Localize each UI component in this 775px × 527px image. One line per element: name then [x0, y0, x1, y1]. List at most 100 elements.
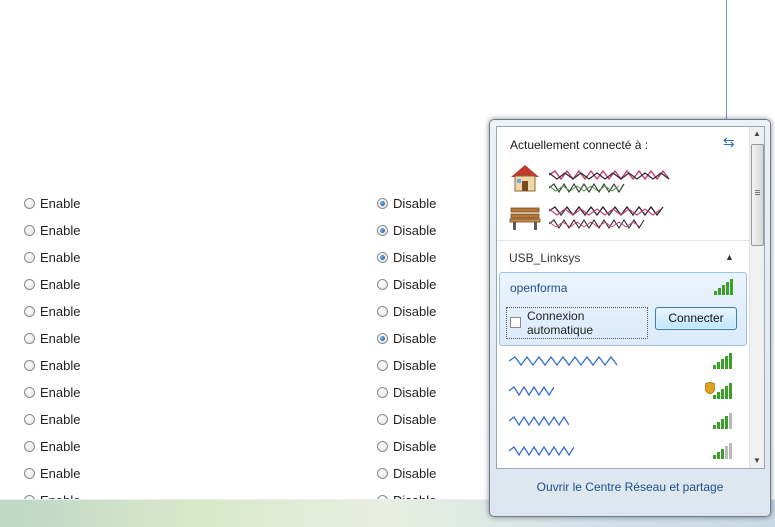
disable-option[interactable]: Disable	[377, 385, 436, 400]
disable-label: Disable	[393, 358, 437, 373]
disable-label: Disable	[393, 277, 437, 292]
signal-strength-icon	[713, 443, 732, 459]
disable-radio[interactable]	[377, 306, 388, 317]
option-row: Enable Disable	[0, 466, 480, 486]
enable-radio[interactable]	[24, 360, 35, 371]
network-list-panel: Actuellement connecté à : ⇆ USB_Linksys …	[496, 126, 765, 469]
window-border-line	[726, 0, 727, 125]
enable-option[interactable]: Enable	[24, 223, 80, 238]
selected-network-item[interactable]: openforma Connexion automatique Connecte…	[499, 272, 747, 346]
disable-label: Disable	[393, 250, 437, 265]
option-row: Enable Disable	[0, 439, 480, 459]
disable-option[interactable]: Disable	[377, 304, 436, 319]
enable-label: Enable	[40, 385, 81, 400]
collapse-caret-icon[interactable]: ▲	[725, 252, 734, 262]
open-network-center-link[interactable]: Ouvrir le Centre Réseau et partage	[490, 480, 770, 494]
disable-radio[interactable]	[377, 333, 388, 344]
option-row: Enable Disable	[0, 277, 480, 297]
connected-network-home[interactable]	[507, 162, 737, 196]
scrollbar[interactable]: ▲ ▼	[749, 127, 764, 468]
scroll-up-arrow-icon[interactable]: ▲	[752, 129, 762, 139]
network-group-label: USB_Linksys	[509, 251, 581, 265]
divider	[497, 240, 750, 241]
disable-radio[interactable]	[377, 225, 388, 236]
enable-label: Enable	[40, 466, 81, 481]
network-list-item[interactable]	[507, 381, 747, 401]
option-row: Enable Disable	[0, 304, 480, 324]
enable-label: Enable	[40, 196, 81, 211]
connected-network-public[interactable]	[507, 200, 737, 234]
disable-label: Disable	[393, 223, 437, 238]
enable-radio[interactable]	[24, 279, 35, 290]
connect-button[interactable]: Connecter	[655, 307, 737, 330]
disable-radio[interactable]	[377, 252, 388, 263]
enable-option[interactable]: Enable	[24, 250, 80, 265]
public-network-bench-icon	[509, 207, 541, 230]
signal-strength-icon	[713, 413, 732, 429]
enable-radio[interactable]	[24, 306, 35, 317]
scroll-thumb[interactable]	[751, 144, 764, 246]
enable-label: Enable	[40, 223, 81, 238]
disable-radio[interactable]	[377, 387, 388, 398]
connected-header: Actuellement connecté à :	[510, 138, 649, 152]
enable-radio[interactable]	[24, 252, 35, 263]
home-network-icon	[511, 165, 539, 192]
checkbox-box[interactable]	[510, 317, 521, 328]
redacted-network-name	[509, 445, 574, 457]
network-list-item[interactable]	[507, 351, 747, 371]
disable-option[interactable]: Disable	[377, 439, 436, 454]
enable-option[interactable]: Enable	[24, 385, 80, 400]
disable-option[interactable]: Disable	[377, 223, 436, 238]
signal-strength-icon	[714, 279, 733, 295]
enable-option[interactable]: Enable	[24, 412, 80, 427]
disable-option[interactable]: Disable	[377, 277, 436, 292]
enable-option[interactable]: Enable	[24, 277, 80, 292]
option-row: Enable Disable	[0, 412, 480, 432]
disable-radio[interactable]	[377, 441, 388, 452]
enable-radio[interactable]	[24, 225, 35, 236]
enable-disable-form: Enable Disable Enable Disable Enable Disable E…	[0, 0, 480, 526]
enable-option[interactable]: Enable	[24, 466, 80, 481]
redacted-network-name	[509, 385, 554, 397]
disable-radio[interactable]	[377, 360, 388, 371]
enable-radio[interactable]	[24, 333, 35, 344]
disable-option[interactable]: Disable	[377, 358, 436, 373]
enable-radio[interactable]	[24, 414, 35, 425]
disable-label: Disable	[393, 331, 437, 346]
network-flyout: Actuellement connecté à : ⇆ USB_Linksys …	[489, 119, 771, 517]
disable-option[interactable]: Disable	[377, 466, 436, 481]
disable-radio[interactable]	[377, 198, 388, 209]
disable-option[interactable]: Disable	[377, 331, 436, 346]
disable-label: Disable	[393, 196, 437, 211]
enable-label: Enable	[40, 304, 81, 319]
enable-option[interactable]: Enable	[24, 358, 80, 373]
auto-connect-checkbox[interactable]: Connexion automatique	[506, 307, 648, 339]
network-list-item[interactable]	[507, 441, 747, 461]
option-row: Enable Disable	[0, 196, 480, 216]
enable-option[interactable]: Enable	[24, 439, 80, 454]
disable-radio[interactable]	[377, 414, 388, 425]
disable-radio[interactable]	[377, 279, 388, 290]
redacted-network-name	[509, 415, 569, 427]
network-list-item[interactable]	[507, 411, 747, 431]
enable-label: Enable	[40, 439, 81, 454]
enable-radio[interactable]	[24, 387, 35, 398]
enable-label: Enable	[40, 358, 81, 373]
option-row: Enable Disable	[0, 331, 480, 351]
option-row: Enable Disable	[0, 250, 480, 270]
redacted-network-name	[549, 205, 664, 217]
enable-radio[interactable]	[24, 441, 35, 452]
disable-radio[interactable]	[377, 468, 388, 479]
disable-option[interactable]: Disable	[377, 412, 436, 427]
enable-option[interactable]: Enable	[24, 196, 80, 211]
disable-option[interactable]: Disable	[377, 196, 436, 211]
enable-radio[interactable]	[24, 198, 35, 209]
scroll-down-arrow-icon[interactable]: ▼	[752, 456, 762, 466]
refresh-icon[interactable]: ⇆	[723, 134, 735, 151]
enable-option[interactable]: Enable	[24, 331, 80, 346]
disable-option[interactable]: Disable	[377, 250, 436, 265]
enable-option[interactable]: Enable	[24, 304, 80, 319]
disable-label: Disable	[393, 385, 437, 400]
enable-radio[interactable]	[24, 468, 35, 479]
enable-label: Enable	[40, 331, 81, 346]
